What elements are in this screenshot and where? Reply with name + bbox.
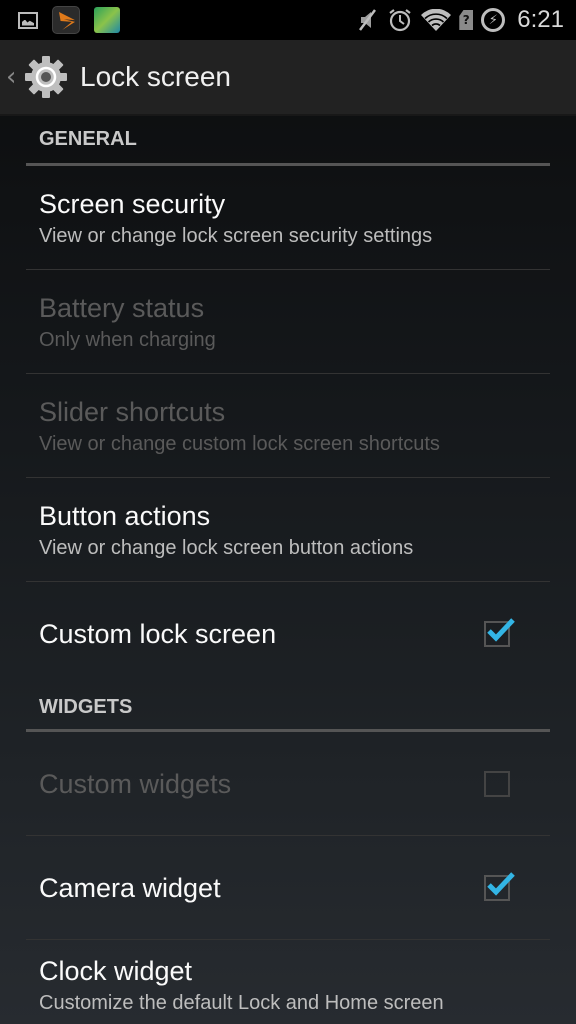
back-chevron-icon: ‹ xyxy=(6,62,17,92)
page-title: Lock screen xyxy=(80,61,231,92)
section-header-general: GENERAL xyxy=(26,116,550,166)
pref-slider-shortcuts: Slider shortcuts View or change custom l… xyxy=(26,374,550,478)
pref-summary: View or change lock screen security sett… xyxy=(39,224,433,247)
alarm-icon xyxy=(389,9,411,32)
pref-summary: View or change custom lock screen shortc… xyxy=(39,432,440,455)
wifi-icon xyxy=(421,9,452,31)
pref-custom-lock-screen[interactable]: Custom lock screen xyxy=(26,582,550,686)
checkmark-icon xyxy=(487,618,515,642)
custom-lock-screen-checkbox[interactable] xyxy=(484,618,515,647)
pref-clock-widget[interactable]: Clock widget Customize the default Lock … xyxy=(26,940,550,1024)
status-bar: ? ⚡ 6:21 xyxy=(0,0,576,40)
no-sim-icon: ? xyxy=(459,10,474,30)
action-bar: ‹ Lock screen xyxy=(0,40,576,116)
pref-battery-status: Battery status Only when charging xyxy=(26,270,550,374)
app-notification-icon xyxy=(52,6,80,34)
pref-button-actions[interactable]: Button actions View or change lock scree… xyxy=(26,478,550,582)
mute-icon xyxy=(359,9,377,31)
pref-title: Slider shortcuts xyxy=(39,396,226,427)
pref-title: Camera widget xyxy=(39,872,221,903)
pref-title: Screen security xyxy=(39,188,226,219)
pref-custom-widgets: Custom widgets xyxy=(26,732,550,836)
pref-camera-widget[interactable]: Camera widget xyxy=(26,836,550,940)
checkmark-icon xyxy=(487,871,515,896)
up-navigation-button[interactable]: ‹ xyxy=(0,53,70,101)
battery-charging-icon: ⚡ xyxy=(481,8,506,32)
status-time: 6:21 xyxy=(517,6,564,33)
custom-widgets-checkbox xyxy=(484,770,510,797)
pref-title: Clock widget xyxy=(39,956,193,986)
preferences-list: GENERAL Screen security View or change l… xyxy=(26,116,550,1024)
pref-screen-security[interactable]: Screen security View or change lock scre… xyxy=(26,166,550,270)
gallery-icon xyxy=(18,11,38,29)
pref-title: Custom widgets xyxy=(39,768,232,799)
settings-gear-icon xyxy=(25,56,67,98)
pref-summary: View or change lock screen button action… xyxy=(39,536,414,559)
camera-widget-checkbox[interactable] xyxy=(484,871,515,901)
pref-summary: Only when charging xyxy=(39,328,216,351)
section-header-widgets: WIDGETS xyxy=(26,686,550,732)
pref-title: Battery status xyxy=(39,292,205,323)
game-notification-icon xyxy=(94,7,120,33)
pref-title: Custom lock screen xyxy=(39,619,277,649)
pref-summary: Customize the default Lock and Home scre… xyxy=(39,992,444,1014)
pref-title: Button actions xyxy=(39,500,211,531)
